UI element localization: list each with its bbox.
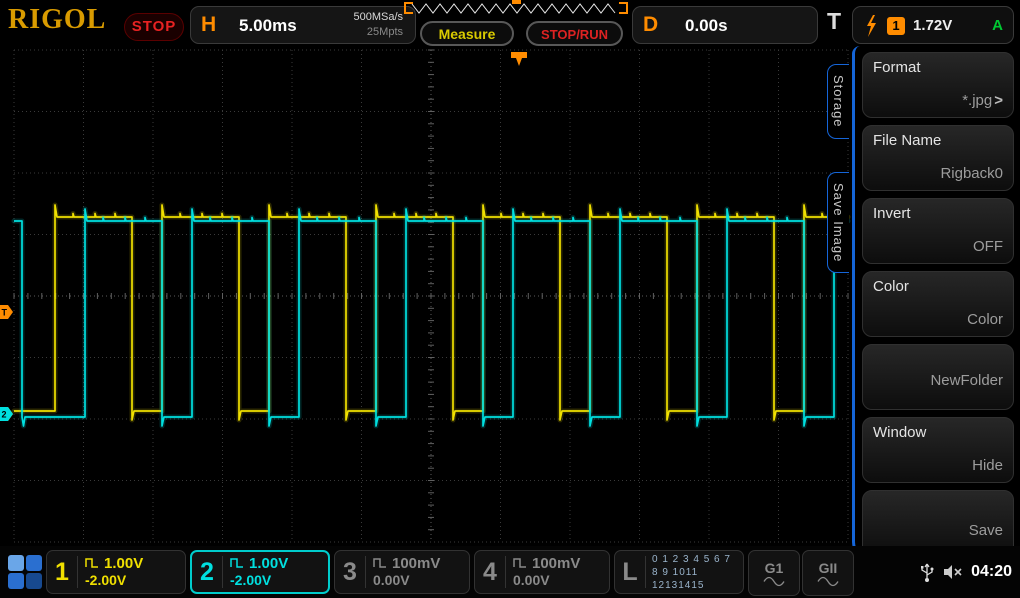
tab-save-image[interactable]: Save Image bbox=[827, 172, 849, 273]
clock-time: 04:20 bbox=[971, 563, 1012, 581]
channel-offset: -2.00V bbox=[230, 572, 283, 588]
usb-icon bbox=[919, 561, 935, 583]
channel-scale: 100mV bbox=[532, 555, 580, 572]
ch2-trace bbox=[14, 209, 848, 426]
generator-label: G1 bbox=[765, 560, 784, 576]
membar-waveform-overview bbox=[412, 4, 615, 13]
logic-label: L bbox=[615, 558, 645, 587]
channel-3-box[interactable]: 3 100mV 0.00V bbox=[334, 550, 470, 594]
menu-value: NewFolder bbox=[930, 372, 1003, 389]
trigger-source-badge: 1 bbox=[887, 17, 905, 35]
menu-value: Color bbox=[967, 311, 1003, 328]
horizontal-settings[interactable]: H 5.00ms 500MSa/s 25Mpts bbox=[190, 6, 416, 44]
channel-scale: 1.00V bbox=[249, 555, 288, 572]
delay-label: D bbox=[643, 13, 658, 37]
tab-storage[interactable]: Storage bbox=[827, 64, 849, 139]
graticule bbox=[14, 50, 848, 542]
menu-value: Rigback0 bbox=[940, 165, 1003, 182]
coupling-icon bbox=[85, 558, 99, 568]
oscilloscope-screen: RIGOL STOP H 5.00ms 500MSa/s 25Mpts Meas… bbox=[0, 0, 1020, 598]
menu-value: OFF bbox=[973, 238, 1003, 255]
chevron-right-icon: > bbox=[994, 92, 1003, 109]
memory-position-bar bbox=[402, 0, 630, 16]
acquisition-info: 500MSa/s 25Mpts bbox=[353, 10, 403, 40]
sine-wave-icon bbox=[817, 576, 839, 587]
delay-settings[interactable]: D 0.00s bbox=[632, 6, 818, 44]
sine-wave-icon bbox=[763, 576, 785, 587]
menu-item-new-folder[interactable]: NewFolder bbox=[862, 344, 1014, 410]
ch1-trace bbox=[14, 205, 848, 420]
svg-text:T: T bbox=[2, 308, 8, 318]
menu-label: Format bbox=[873, 59, 921, 76]
coupling-icon bbox=[230, 558, 244, 568]
menu-value: Hide bbox=[972, 457, 1003, 474]
grid-square bbox=[26, 555, 42, 571]
menu-item-format[interactable]: Format *.jpg> bbox=[862, 52, 1014, 118]
trigger-edge-icon bbox=[863, 14, 879, 38]
menu-value: *.jpg> bbox=[962, 92, 1003, 109]
membar-right-bracket bbox=[619, 3, 627, 13]
grid-square bbox=[26, 573, 42, 589]
menu-value: Save bbox=[969, 522, 1003, 539]
channel-1-box[interactable]: 1 1.00V -2.00V bbox=[46, 550, 186, 594]
speaker-muted-icon bbox=[943, 563, 963, 581]
memory-depth: 25Mpts bbox=[353, 25, 403, 40]
channel-offset: -2.00V bbox=[85, 572, 138, 588]
bottom-bar: 1 1.00V -2.00V 2 1.00V -2.00V 3 100mV 0.… bbox=[0, 546, 1020, 598]
logic-digits-row1: 0 1 2 3 4 5 6 7 bbox=[652, 553, 743, 566]
svg-text:2: 2 bbox=[2, 410, 7, 420]
menu-item-window[interactable]: Window Hide bbox=[862, 417, 1014, 483]
menu-label: File Name bbox=[873, 132, 941, 149]
coupling-icon bbox=[513, 558, 527, 568]
channel-number: 3 bbox=[335, 558, 365, 587]
menu-label: Window bbox=[873, 424, 926, 441]
menu-label: Color bbox=[873, 278, 909, 295]
side-menu: Format *.jpg> File Name Rigback0 Invert … bbox=[852, 46, 1020, 560]
membar-trigger-marker bbox=[512, 0, 521, 4]
trigger-position-marker[interactable] bbox=[511, 52, 527, 66]
channel-scale: 100mV bbox=[392, 555, 440, 572]
rigol-logo: RIGOL bbox=[8, 4, 106, 36]
coupling-icon bbox=[373, 558, 387, 568]
channel-number: 4 bbox=[475, 558, 505, 587]
logic-digits-row2: 8 9 1011 12131415 bbox=[652, 566, 743, 592]
trigger-sweep-mode: A bbox=[992, 17, 1003, 34]
generator-label: GII bbox=[819, 560, 838, 576]
sample-rate: 500MSa/s bbox=[353, 10, 403, 25]
trigger-level-value: 1.72V bbox=[913, 17, 952, 34]
timebase-value: 5.00ms bbox=[239, 16, 297, 36]
waveform-display: 12T Storage Save Image bbox=[0, 46, 852, 546]
waveform-canvas: 12T bbox=[0, 46, 852, 546]
generator-2-box[interactable]: GII bbox=[802, 550, 854, 596]
run-state-badge: STOP bbox=[124, 13, 184, 41]
channel-number: 1 bbox=[47, 558, 77, 587]
logic-channels-box[interactable]: L 0 1 2 3 4 5 6 7 8 9 1011 12131415 bbox=[614, 550, 744, 594]
stop-run-button[interactable]: STOP/RUN bbox=[526, 21, 623, 46]
menu-grid-button[interactable] bbox=[8, 555, 42, 589]
channel-scale: 1.00V bbox=[104, 555, 143, 572]
menu-item-file-name[interactable]: File Name Rigback0 bbox=[862, 125, 1014, 191]
channel-2-box[interactable]: 2 1.00V -2.00V bbox=[190, 550, 330, 594]
generator-1-box[interactable]: G1 bbox=[748, 550, 800, 596]
channel-offset: 0.00V bbox=[513, 572, 562, 588]
grid-square bbox=[8, 573, 24, 589]
menu-label: Invert bbox=[873, 205, 911, 222]
menu-item-color[interactable]: Color Color bbox=[862, 271, 1014, 337]
channel-number: 2 bbox=[192, 558, 222, 587]
menu-item-invert[interactable]: Invert OFF bbox=[862, 198, 1014, 264]
delay-value: 0.00s bbox=[685, 16, 728, 36]
trigger-settings[interactable]: 1 1.72V A bbox=[852, 6, 1014, 44]
trigger-label: T bbox=[827, 8, 841, 35]
measure-button[interactable]: Measure bbox=[420, 21, 514, 46]
grid-square bbox=[8, 555, 24, 571]
channel-4-box[interactable]: 4 100mV 0.00V bbox=[474, 550, 610, 594]
top-bar: RIGOL STOP H 5.00ms 500MSa/s 25Mpts Meas… bbox=[0, 0, 1020, 46]
channel-offset: 0.00V bbox=[373, 572, 422, 588]
horizontal-label: H bbox=[201, 13, 216, 37]
